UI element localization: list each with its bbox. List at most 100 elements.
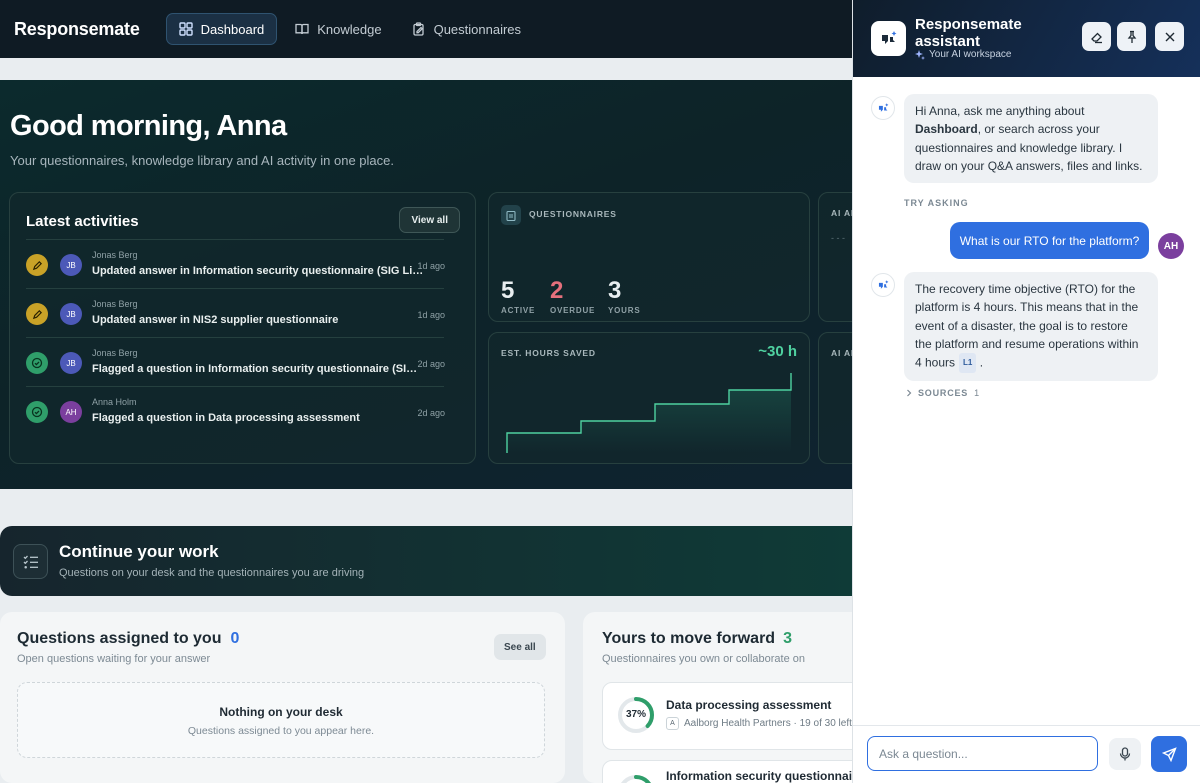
hours-saved-label: EST. HOURS SAVED [501, 348, 596, 358]
send-button[interactable] [1151, 736, 1187, 772]
activity-row[interactable]: JB Jonas Berg Flagged a question in Info… [10, 337, 460, 386]
answer-text: The recovery time objective (RTO) for th… [915, 282, 1139, 370]
dashboard-hero: Good morning, Anna Your questionnaires, … [0, 80, 878, 489]
assistant-composer [853, 725, 1200, 783]
try-asking-label: TRY ASKING [904, 198, 969, 208]
activity-time: 1d ago [417, 310, 445, 320]
activity-time: 1d ago [417, 261, 445, 271]
close-button[interactable] [1155, 22, 1184, 51]
see-all-button[interactable]: See all [494, 634, 546, 660]
assistant-avatar [871, 96, 895, 120]
chevron-right-icon [906, 389, 912, 397]
forward-panel: Yours to move forward 3 Questionnaires yo… [583, 612, 892, 783]
questionnaires-label: QUESTIONNAIRES [529, 209, 617, 219]
view-all-button[interactable]: View all [399, 207, 460, 233]
forward-title-text: Yours to move forward [602, 630, 776, 647]
clipboard-edit-icon [412, 22, 426, 36]
tab-dashboard[interactable]: Dashboard [165, 13, 278, 45]
pin-icon [1125, 30, 1139, 44]
check-circle-icon [26, 401, 48, 423]
assistant-answer: The recovery time objective (RTO) for th… [904, 272, 1158, 382]
activity-user: Anna Holm [92, 397, 137, 407]
sources-toggle[interactable]: SOURCES 1 [906, 388, 980, 398]
questionnaires-card[interactable]: QUESTIONNAIRES 5 ACTIVE 2 OVERDUE 3 YOUR… [488, 192, 810, 322]
check-circle-icon [26, 352, 48, 374]
questionnaire-meta-text: Aalborg Health Partners · 19 of 30 left [684, 718, 852, 729]
assigned-title-text: Questions assigned to you [17, 630, 222, 647]
overdue-count: 2 [550, 277, 564, 304]
hours-saved-sparkline [506, 373, 792, 453]
sources-label: SOURCES [918, 388, 969, 398]
assigned-title: Questions assigned to you 0 [17, 630, 239, 648]
active-count: 5 [501, 277, 515, 304]
activity-time: 2d ago [417, 408, 445, 418]
tab-knowledge[interactable]: Knowledge [283, 13, 393, 45]
activity-row[interactable]: JB Jonas Berg Updated answer in NIS2 sup… [10, 288, 460, 337]
grid-icon [178, 22, 193, 36]
activity-row[interactable]: JB Jonas Berg Updated answer in Informat… [10, 239, 460, 288]
activity-user: Jonas Berg [92, 348, 138, 358]
greeting-context: Dashboard [915, 122, 978, 137]
activity-user: Jonas Berg [92, 299, 138, 309]
hours-saved-value: ~30 h [758, 343, 797, 360]
row-divider [26, 337, 444, 338]
assistant-subtitle: Your AI workspace [915, 49, 1011, 60]
activity-text: Updated answer in Information security q… [92, 265, 424, 277]
questionnaire-name: Data processing assessment [666, 698, 832, 712]
empty-title: Nothing on your desk [219, 705, 343, 719]
pencil-icon [26, 303, 48, 325]
questionnaire-name: Information security questionnaire [666, 769, 864, 783]
assistant-header: Responsemate assistant Your AI workspace [853, 0, 1200, 77]
close-icon [1164, 31, 1176, 43]
active-label: ACTIVE [501, 306, 536, 315]
sources-count: 1 [974, 388, 980, 398]
hours-saved-card[interactable]: EST. HOURS SAVED ~30 h [488, 332, 810, 464]
latest-activities-title: Latest activities [26, 213, 139, 230]
sparkle-icon [915, 49, 925, 60]
activity-text: Flagged a question in Information securi… [92, 363, 424, 375]
tab-dashboard-label: Dashboard [200, 21, 265, 37]
pin-button[interactable] [1117, 22, 1146, 51]
book-icon [295, 22, 309, 36]
tab-knowledge-label: Knowledge [317, 21, 382, 37]
assigned-subtitle: Open questions waiting for your answer [17, 653, 211, 665]
row-divider [26, 386, 444, 387]
nav-tabs: Dashboard Knowledge Questionnaires [165, 13, 533, 45]
top-nav: Responsemate Dashboard Knowledge Questio… [0, 0, 852, 58]
mic-icon [1119, 747, 1131, 761]
checklist-icon [13, 544, 48, 579]
greeting-text: Hi Anna, ask me anything about [915, 104, 1085, 118]
activity-row[interactable]: AH Anna Holm Flagged a question in Data … [10, 386, 460, 435]
progress-ring [618, 775, 654, 783]
brand-logo[interactable]: Responsemate [14, 19, 140, 40]
activity-text: Flagged a question in Data processing as… [92, 412, 360, 424]
org-badge: A [666, 717, 679, 730]
question-input[interactable] [867, 736, 1098, 771]
assistant-greeting: Hi Anna, ask me anything about Dashboard… [904, 94, 1158, 184]
user-message: What is our RTO for the platform? [950, 222, 1149, 259]
citation-tag[interactable]: L1 [959, 353, 977, 374]
tab-questionnaires[interactable]: Questionnaires [400, 13, 533, 45]
clear-chat-button[interactable] [1082, 22, 1111, 51]
mic-button[interactable] [1109, 738, 1141, 770]
latest-activities-card: Latest activities View all JB Jonas Berg… [9, 192, 476, 464]
assigned-panel: Questions assigned to you 0 Open question… [0, 612, 565, 783]
questionnaire-item[interactable]: Information security questionnaire [602, 760, 892, 783]
assistant-title: Responsemate assistant [915, 16, 1022, 50]
progress-percent: 37% [625, 709, 646, 720]
avatar: JB [60, 352, 82, 374]
questionnaire-item[interactable]: 37% Data processing assessment A Aalborg… [602, 682, 892, 750]
tab-questionnaires-label: Questionnaires [433, 21, 522, 37]
ai-card-dash: - - - [831, 233, 845, 243]
page-title: Good morning, Anna [10, 110, 287, 142]
continue-title: Continue your work [59, 542, 219, 561]
assistant-subtitle-text: Your AI workspace [929, 49, 1012, 60]
avatar: JB [60, 254, 82, 276]
continue-subtitle: Questions on your desk and the questionn… [59, 567, 365, 579]
page-subtitle: Your questionnaires, knowledge library a… [10, 153, 394, 168]
forward-count: 3 [783, 630, 792, 647]
clipboard-icon [501, 205, 521, 225]
avatar: AH [60, 401, 82, 423]
assistant-logo-icon [871, 21, 906, 56]
eraser-icon [1090, 30, 1104, 44]
